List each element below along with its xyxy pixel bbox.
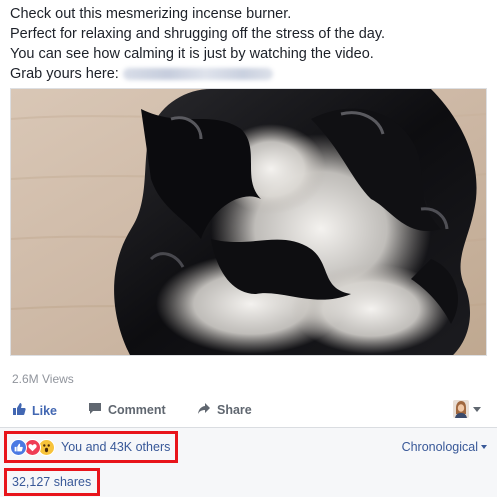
like-button[interactable]: Like [12, 402, 57, 419]
comment-button[interactable]: Comment [88, 402, 166, 418]
comment-sort-dropdown[interactable]: Chronological [402, 440, 487, 454]
comment-label: Comment [108, 403, 166, 417]
post-text-line-1: Check out this mesmerizing incense burne… [10, 6, 292, 22]
post-as-selector[interactable] [453, 400, 481, 418]
avatar [453, 400, 469, 418]
blurred-link[interactable] [122, 68, 273, 81]
thumbs-up-icon [12, 402, 26, 419]
post-text-line-2: Perfect for relaxing and shrugging off t… [10, 26, 386, 42]
post-text-line-4: Grab yours here: [10, 64, 490, 84]
action-bar: Like Comment Share [0, 396, 497, 426]
post-text-line-3: You can see how calming it is just by wa… [10, 46, 374, 62]
like-label: Like [32, 403, 58, 418]
video-frame [11, 89, 486, 355]
reactions-summary[interactable]: You and 43K others [4, 431, 178, 463]
reactions-section: You and 43K others Chronological 32,127 … [0, 428, 497, 497]
comment-sort-label: Chronological [401, 440, 478, 454]
share-button[interactable]: Share [197, 402, 252, 418]
view-count: 2.6M Views [12, 372, 74, 386]
video-player[interactable] [10, 88, 487, 356]
shares-count-text: 32,127 shares [12, 475, 92, 489]
share-label: Share [217, 403, 252, 417]
caret-down-icon [481, 445, 487, 449]
reaction-icons [10, 438, 55, 456]
post-text: Check out this mesmerizing incense burne… [10, 4, 490, 84]
grab-label: Grab yours here: [10, 66, 119, 82]
shares-count-link[interactable]: 32,127 shares [4, 468, 100, 496]
comment-icon [88, 402, 102, 418]
reactions-summary-text: You and 43K others [61, 440, 171, 454]
chevron-down-icon [473, 406, 481, 412]
share-arrow-icon [197, 402, 211, 418]
like-reaction-icon [10, 438, 27, 456]
